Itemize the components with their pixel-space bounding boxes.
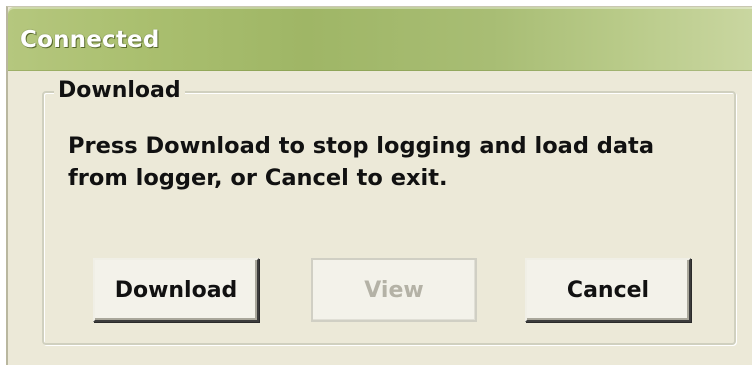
cancel-button[interactable]: Cancel — [525, 258, 691, 322]
view-button: View — [311, 258, 477, 322]
window-title: Connected — [20, 27, 160, 53]
dialog-window: Connected Download Press Download to sto… — [6, 6, 752, 365]
download-button[interactable]: Download — [93, 258, 259, 322]
groupbox-legend: Download — [54, 75, 185, 107]
instruction-message: Press Download to stop logging and load … — [68, 133, 654, 191]
title-bar[interactable]: Connected — [8, 7, 752, 71]
